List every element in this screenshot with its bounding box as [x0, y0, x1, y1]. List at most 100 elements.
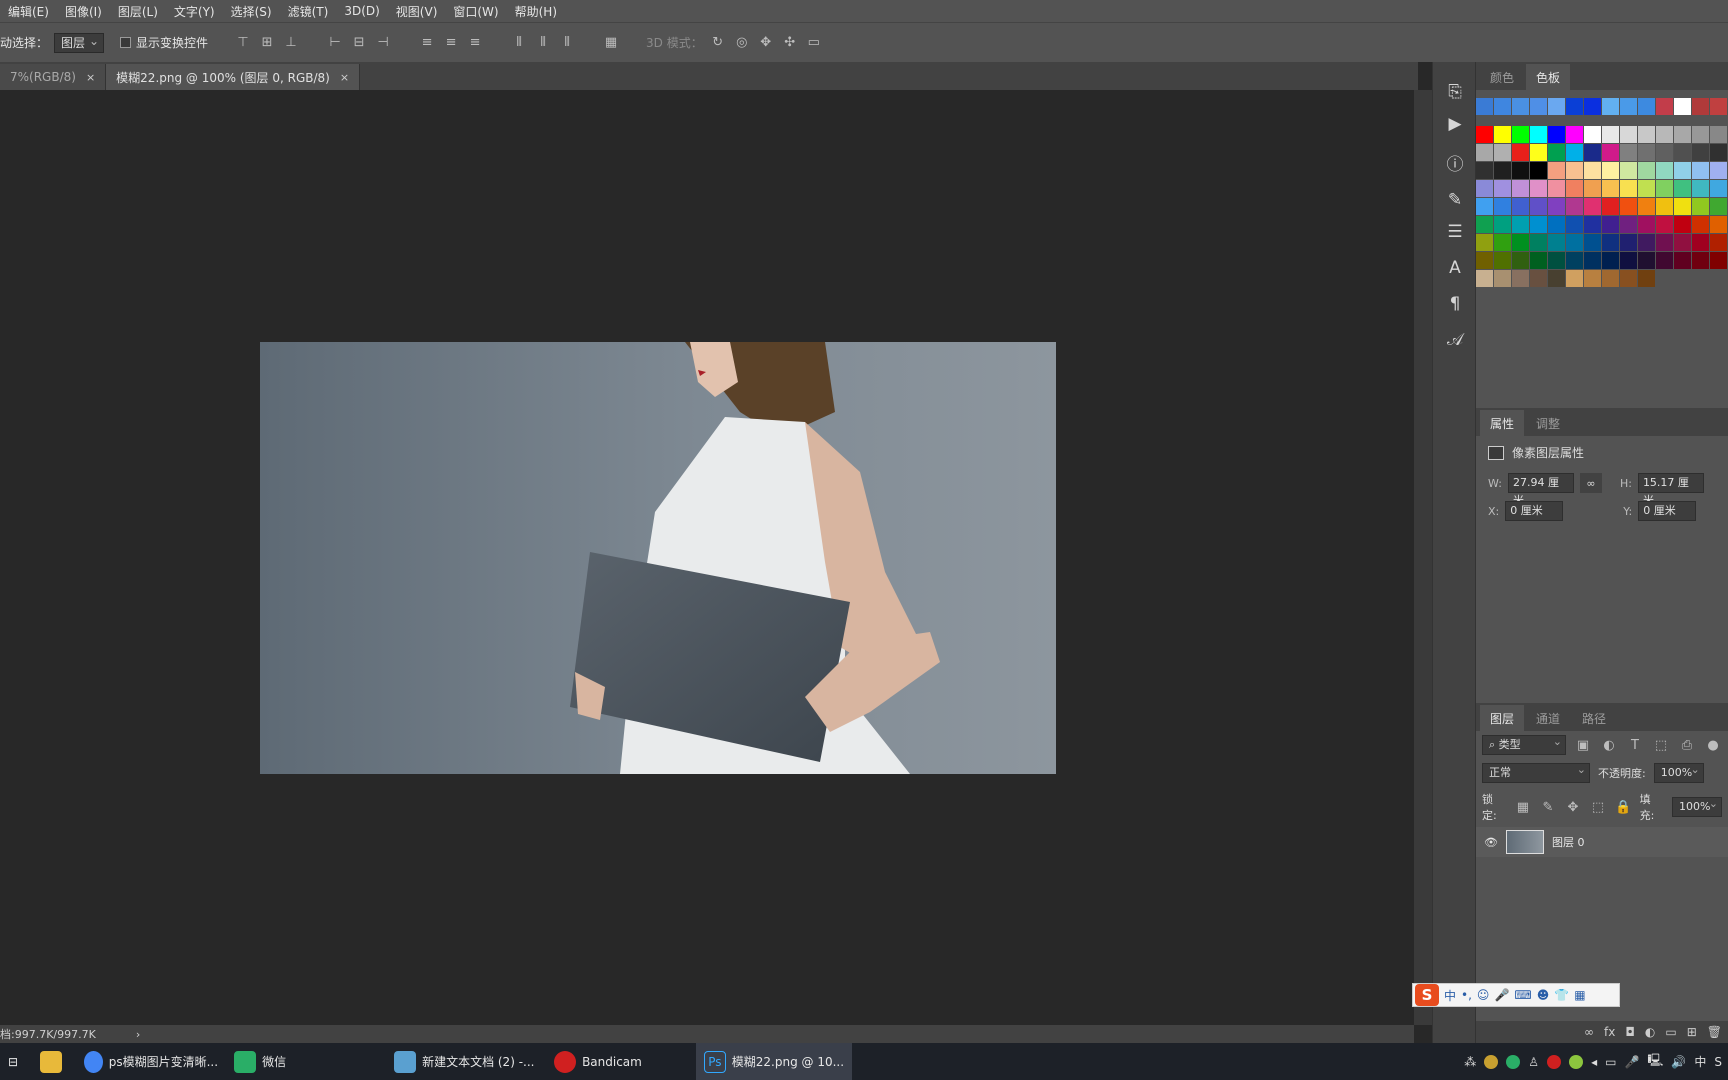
color-swatch[interactable] [1566, 234, 1583, 251]
color-swatch[interactable] [1584, 162, 1601, 179]
document-image[interactable] [260, 342, 1056, 774]
color-swatch[interactable] [1494, 98, 1511, 115]
color-swatch[interactable] [1620, 126, 1637, 143]
distribute-bottom-icon[interactable]: ≡ [466, 34, 484, 52]
color-swatch[interactable] [1548, 98, 1565, 115]
color-swatch[interactable] [1494, 126, 1511, 143]
color-swatch[interactable] [1674, 216, 1691, 233]
grid-icon[interactable]: ▦ [1574, 988, 1585, 1002]
color-swatch[interactable] [1530, 234, 1547, 251]
color-swatch[interactable] [1710, 98, 1727, 115]
color-swatch[interactable] [1656, 216, 1673, 233]
adjustments-sliders-icon[interactable]: ☰ [1433, 216, 1477, 248]
color-swatch[interactable] [1494, 180, 1511, 197]
color-swatch[interactable] [1692, 180, 1709, 197]
file-explorer-button[interactable] [26, 1043, 76, 1080]
color-swatch[interactable] [1620, 198, 1637, 215]
color-swatch[interactable] [1566, 252, 1583, 269]
new-adjustment-icon[interactable]: ◐ [1645, 1025, 1655, 1039]
add-mask-icon[interactable]: ◘ [1625, 1025, 1635, 1039]
color-swatch[interactable] [1584, 144, 1601, 161]
color-swatch[interactable] [1494, 216, 1511, 233]
color-swatch[interactable] [1494, 162, 1511, 179]
taskbar-bandicam[interactable]: Bandicam [546, 1043, 696, 1080]
color-swatch[interactable] [1530, 270, 1547, 287]
taskbar-photoshop[interactable]: Ps 模糊22.png @ 10... [696, 1043, 853, 1080]
tray-volume-icon[interactable]: 🔊 [1671, 1055, 1686, 1069]
color-swatch[interactable] [1710, 216, 1727, 233]
color-swatch[interactable] [1548, 252, 1565, 269]
eye-icon[interactable]: 👁 [1484, 836, 1498, 849]
color-swatch[interactable] [1656, 144, 1673, 161]
color-swatch[interactable] [1602, 144, 1619, 161]
align-hcenter-icon[interactable]: ⊟ [350, 34, 368, 52]
y-field[interactable]: 0 厘米 [1638, 501, 1697, 521]
link-layers-icon[interactable]: ∞ [1584, 1025, 1594, 1039]
color-swatch[interactable] [1584, 216, 1601, 233]
color-swatch[interactable] [1548, 216, 1565, 233]
x-field[interactable]: 0 厘米 [1505, 501, 1564, 521]
color-swatch[interactable] [1674, 234, 1691, 251]
color-swatch[interactable] [1566, 144, 1583, 161]
tab-paths[interactable]: 路径 [1572, 705, 1616, 731]
taskbar-notepad[interactable]: 新建文本文档 (2) -... [386, 1043, 546, 1080]
color-swatch[interactable] [1512, 180, 1529, 197]
tray-app-icon[interactable]: ⁂ [1464, 1055, 1476, 1069]
color-swatch[interactable] [1602, 126, 1619, 143]
color-swatch[interactable] [1602, 198, 1619, 215]
color-swatch[interactable] [1494, 234, 1511, 251]
3d-rotate-icon[interactable]: ↻ [709, 34, 727, 52]
color-swatch[interactable] [1530, 126, 1547, 143]
filter-smart-object-icon[interactable]: ⎙ [1678, 736, 1696, 754]
color-swatch[interactable] [1548, 144, 1565, 161]
color-swatch[interactable] [1602, 252, 1619, 269]
color-swatch[interactable] [1620, 234, 1637, 251]
color-swatch[interactable] [1692, 126, 1709, 143]
color-swatch[interactable] [1530, 162, 1547, 179]
vertical-scrollbar[interactable] [1414, 90, 1432, 1025]
tab-active-document[interactable]: 模糊22.png @ 100% (图层 0, RGB/8) × [106, 64, 361, 90]
color-swatch[interactable] [1710, 126, 1727, 143]
task-view-button[interactable]: ⊟ [0, 1043, 26, 1080]
menu-window[interactable]: 窗口(W) [445, 3, 506, 20]
color-swatch[interactable] [1638, 144, 1655, 161]
color-swatch[interactable] [1512, 216, 1529, 233]
tray-network-icon[interactable]: 🖳 [1647, 1051, 1663, 1072]
layer-row[interactable]: 👁 图层 0 [1476, 827, 1728, 857]
color-swatch[interactable] [1674, 162, 1691, 179]
tab-swatches[interactable]: 色板 [1526, 64, 1571, 90]
color-swatch[interactable] [1548, 162, 1565, 179]
collapse-handle[interactable] [1433, 62, 1475, 76]
color-swatch[interactable] [1512, 198, 1529, 215]
tray-person-icon[interactable]: ♙ [1528, 1055, 1539, 1069]
color-swatch[interactable] [1620, 270, 1637, 287]
color-swatch[interactable] [1620, 252, 1637, 269]
align-vcenter-icon[interactable]: ⊞ [258, 34, 276, 52]
color-swatch[interactable] [1602, 98, 1619, 115]
status-arrow-icon[interactable]: › [136, 1028, 140, 1041]
color-swatch[interactable] [1602, 216, 1619, 233]
distribute-left-icon[interactable]: ⫴ [510, 34, 528, 52]
align-bottom-icon[interactable]: ⊥ [282, 34, 300, 52]
color-swatch[interactable] [1476, 144, 1493, 161]
lock-transparent-icon[interactable]: ▦ [1514, 798, 1531, 816]
color-swatch[interactable] [1494, 198, 1511, 215]
color-swatch[interactable] [1620, 216, 1637, 233]
filter-toggle-icon[interactable]: ● [1704, 736, 1722, 754]
auto-select-dropdown[interactable]: 图层 [54, 32, 105, 53]
align-right-icon[interactable]: ⊣ [374, 34, 392, 52]
distribute-right-icon[interactable]: ⫴ [558, 34, 576, 52]
lock-artboard-icon[interactable]: ⬚ [1590, 798, 1607, 816]
tray-mic-icon[interactable]: 🎤 [1624, 1055, 1639, 1069]
color-swatch[interactable] [1476, 198, 1493, 215]
actions-play-icon[interactable]: ▶ [1433, 108, 1477, 140]
tray-arrow-icon[interactable]: ◂ [1591, 1055, 1597, 1069]
blend-mode-dropdown[interactable]: 正常 [1482, 761, 1590, 783]
3d-scale-icon[interactable]: ▭ [805, 34, 823, 52]
menu-filter[interactable]: 滤镜(T) [280, 3, 337, 20]
tray-plus-icon[interactable] [1569, 1054, 1584, 1069]
3d-slide-icon[interactable]: ✣ [781, 34, 799, 52]
tab-channels[interactable]: 通道 [1526, 705, 1570, 731]
color-swatch[interactable] [1692, 98, 1709, 115]
color-swatch[interactable] [1674, 252, 1691, 269]
